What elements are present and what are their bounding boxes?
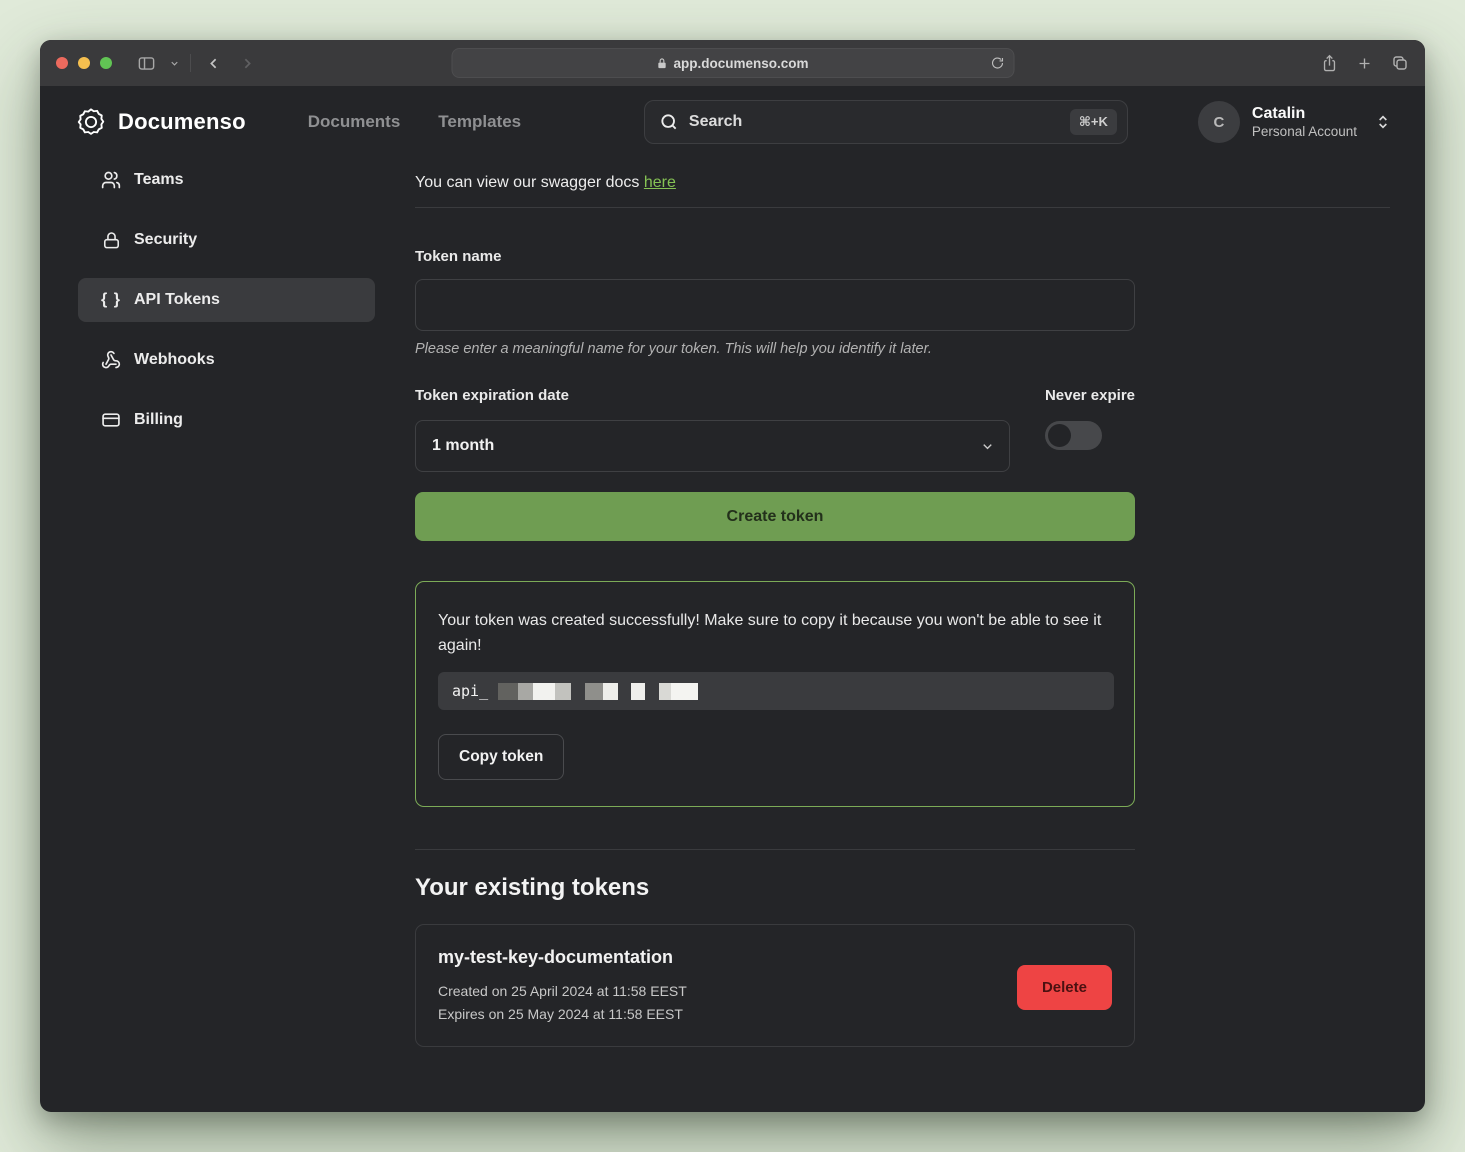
- search-input[interactable]: [689, 113, 1060, 131]
- nav-documents[interactable]: Documents: [308, 112, 401, 132]
- sidebar-item-label: Webhooks: [134, 351, 215, 369]
- lock-icon: [656, 57, 667, 70]
- token-prefix: api_: [452, 682, 488, 700]
- section-divider: [415, 207, 1390, 208]
- create-token-button[interactable]: Create token: [415, 492, 1135, 541]
- webhook-icon: [100, 350, 122, 370]
- settings-sidebar: Teams Security { } API Tokens Webhooks: [40, 158, 375, 1112]
- existing-token-card: my-test-key-documentation Created on 25 …: [415, 924, 1135, 1047]
- browser-window: app.documenso.com Documenso Docum: [40, 40, 1425, 1112]
- token-card-created: Created on 25 April 2024 at 11:58 EEST: [438, 983, 1017, 999]
- toolbar-divider: [190, 54, 191, 72]
- search-bar[interactable]: ⌘+K: [644, 100, 1128, 144]
- swagger-docs-text: You can view our swagger docs here: [415, 174, 1390, 192]
- section-divider: [415, 849, 1135, 850]
- address-bar[interactable]: app.documenso.com: [451, 48, 1014, 78]
- browser-toolbar: app.documenso.com: [40, 40, 1425, 86]
- chevron-down-icon[interactable]: [166, 49, 182, 77]
- token-name-label: Token name: [415, 248, 1135, 265]
- token-redaction: [492, 683, 698, 700]
- sidebar-toggle-icon[interactable]: [132, 49, 160, 77]
- avatar: C: [1198, 101, 1240, 143]
- brand[interactable]: Documenso: [76, 107, 246, 137]
- refresh-icon[interactable]: [990, 56, 1004, 70]
- copy-token-button[interactable]: Copy token: [438, 734, 564, 780]
- user-name: Catalin: [1252, 104, 1357, 123]
- app-header: Documenso Documents Templates ⌘+K C Cata…: [40, 86, 1425, 158]
- documenso-logo-icon: [76, 107, 106, 137]
- sidebar-item-teams[interactable]: Teams: [78, 158, 375, 202]
- sidebar-item-api-tokens[interactable]: { } API Tokens: [78, 278, 375, 322]
- expiration-selected-value: 1 month: [432, 437, 494, 455]
- nav-templates[interactable]: Templates: [438, 112, 521, 132]
- sidebar-item-label: Teams: [134, 171, 184, 189]
- never-expire-label: Never expire: [1045, 387, 1135, 404]
- swagger-docs-link[interactable]: here: [644, 174, 676, 191]
- existing-tokens-heading: Your existing tokens: [415, 874, 1135, 902]
- token-card-expires: Expires on 25 May 2024 at 11:58 EEST: [438, 1006, 1017, 1022]
- toggle-knob: [1048, 424, 1071, 447]
- new-tab-icon[interactable]: [1356, 55, 1373, 72]
- traffic-lights: [56, 57, 112, 69]
- sidebar-item-label: API Tokens: [134, 291, 220, 309]
- token-name-input[interactable]: [415, 279, 1135, 331]
- token-expiration-label: Token expiration date: [415, 387, 1010, 404]
- search-icon: [659, 112, 679, 132]
- chevrons-up-down-icon: [1375, 114, 1391, 130]
- sidebar-item-label: Billing: [134, 411, 183, 429]
- brand-name: Documenso: [118, 109, 246, 135]
- back-icon[interactable]: [199, 49, 227, 77]
- url-text: app.documenso.com: [673, 56, 808, 71]
- token-card-name: my-test-key-documentation: [438, 947, 1017, 968]
- braces-icon: { }: [100, 291, 122, 309]
- account-type: Personal Account: [1252, 123, 1357, 141]
- token-value-field: api_: [438, 672, 1114, 710]
- sidebar-item-security[interactable]: Security: [78, 218, 375, 262]
- users-icon: [100, 170, 122, 190]
- swagger-docs-prefix: You can view our swagger docs: [415, 174, 644, 191]
- api-tokens-panel: You can view our swagger docs here Token…: [415, 158, 1390, 1112]
- minimize-window-button[interactable]: [78, 57, 90, 69]
- search-shortcut-badge: ⌘+K: [1070, 109, 1117, 135]
- forward-icon[interactable]: [233, 49, 261, 77]
- sidebar-item-billing[interactable]: Billing: [78, 398, 375, 442]
- credit-card-icon: [100, 410, 122, 430]
- token-created-message: Your token was created successfully! Mak…: [438, 608, 1112, 658]
- close-window-button[interactable]: [56, 57, 68, 69]
- expiration-select[interactable]: 1 month: [415, 420, 1010, 472]
- zoom-window-button[interactable]: [100, 57, 112, 69]
- account-menu[interactable]: C Catalin Personal Account: [1198, 101, 1391, 143]
- delete-token-button[interactable]: Delete: [1017, 965, 1112, 1010]
- sidebar-item-label: Security: [134, 231, 197, 249]
- main-nav: Documents Templates: [308, 112, 521, 132]
- token-name-helper: Please enter a meaningful name for your …: [415, 341, 1135, 357]
- tabs-overview-icon[interactable]: [1391, 54, 1409, 72]
- lock-icon: [100, 231, 122, 250]
- chevron-down-icon: [980, 439, 995, 454]
- token-created-alert: Your token was created successfully! Mak…: [415, 581, 1135, 807]
- never-expire-toggle[interactable]: [1045, 421, 1102, 450]
- sidebar-item-webhooks[interactable]: Webhooks: [78, 338, 375, 382]
- share-icon[interactable]: [1321, 54, 1338, 73]
